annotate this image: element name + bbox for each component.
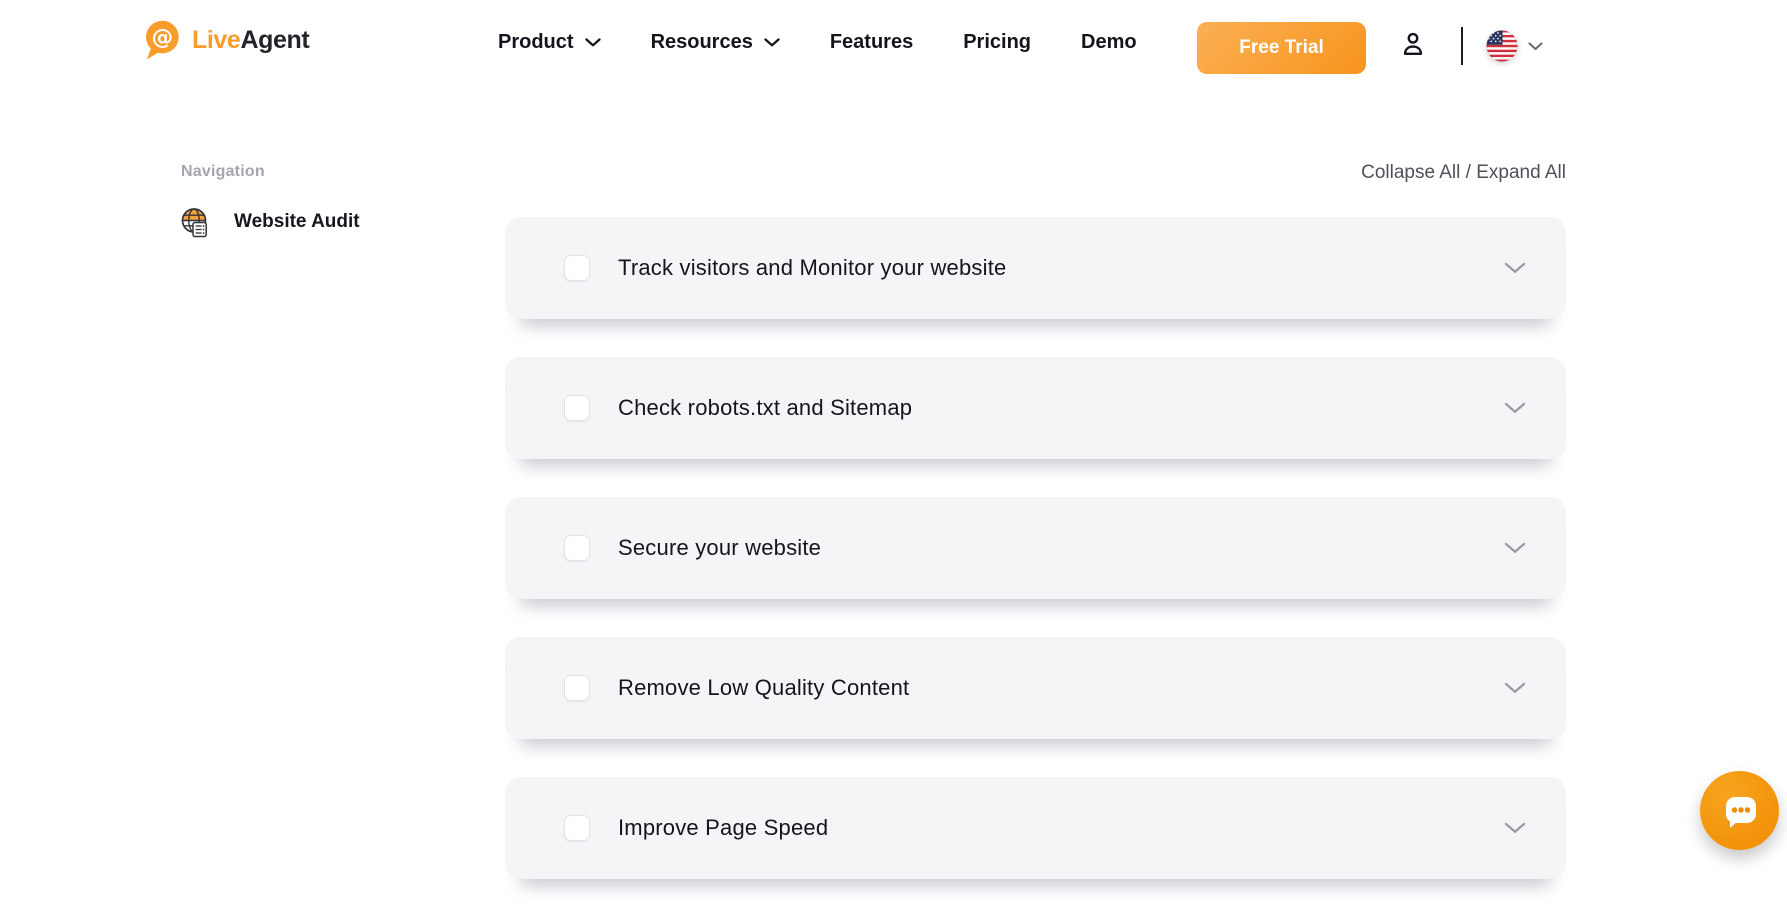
checkbox[interactable] [564,675,590,701]
audit-checklist: Track visitors and Monitor your website … [505,217,1566,917]
chat-widget-button[interactable] [1700,771,1779,850]
website-audit-globe-icon [177,205,211,239]
checkbox[interactable] [564,255,590,281]
account-login-button[interactable] [1398,28,1428,66]
nav-item-pricing[interactable]: Pricing [963,31,1031,54]
checklist-item-label: Track visitors and Monitor your website [618,255,1006,281]
chevron-down-icon[interactable] [1504,262,1526,274]
checkbox[interactable] [564,395,590,421]
collapse-expand-all-link[interactable]: Collapse All / Expand All [1361,162,1566,184]
free-trial-button[interactable]: Free Trial [1197,22,1366,74]
chevron-down-icon [764,38,780,47]
nav-item-product[interactable]: Product [498,31,601,54]
checklist-item-secure-website[interactable]: Secure your website [505,497,1566,599]
chevron-down-icon [1528,42,1543,51]
chevron-down-icon[interactable] [1504,542,1526,554]
svg-text:@: @ [152,25,174,50]
nav-item-resources[interactable]: Resources [651,31,780,54]
us-flag-icon [1486,30,1518,62]
speech-bubble-at-icon: @ [140,18,183,63]
chevron-down-icon [585,38,601,47]
checklist-item-page-speed[interactable]: Improve Page Speed [505,777,1566,879]
checkbox[interactable] [564,815,590,841]
sidebar-heading: Navigation [181,163,265,181]
checklist-item-robots-sitemap[interactable]: Check robots.txt and Sitemap [505,357,1566,459]
chevron-down-icon[interactable] [1504,822,1526,834]
checklist-item-label: Check robots.txt and Sitemap [618,395,912,421]
main-nav: Product Resources Features Pricing Demo [498,0,1137,85]
checklist-item-label: Improve Page Speed [618,815,828,841]
sidebar-item-label: Website Audit [234,211,360,233]
chat-bubble-icon [1717,788,1763,834]
user-icon [1398,48,1428,65]
chevron-down-icon[interactable] [1504,402,1526,414]
sidebar-item-website-audit[interactable]: Website Audit [177,205,360,239]
checklist-item-label: Remove Low Quality Content [618,675,909,701]
liveagent-logo[interactable]: @ LiveAgent [140,18,309,63]
chevron-down-icon[interactable] [1504,682,1526,694]
logo-wordmark: LiveAgent [192,26,309,55]
language-selector[interactable] [1486,30,1543,62]
checkbox[interactable] [564,535,590,561]
checklist-item-track-visitors[interactable]: Track visitors and Monitor your website [505,217,1566,319]
checklist-item-remove-low-quality[interactable]: Remove Low Quality Content [505,637,1566,739]
header-divider [1461,27,1463,65]
header: @ LiveAgent Product Resources Features P… [0,0,1787,85]
nav-item-features[interactable]: Features [830,31,913,54]
nav-item-demo[interactable]: Demo [1081,31,1137,54]
checklist-item-label: Secure your website [618,535,821,561]
